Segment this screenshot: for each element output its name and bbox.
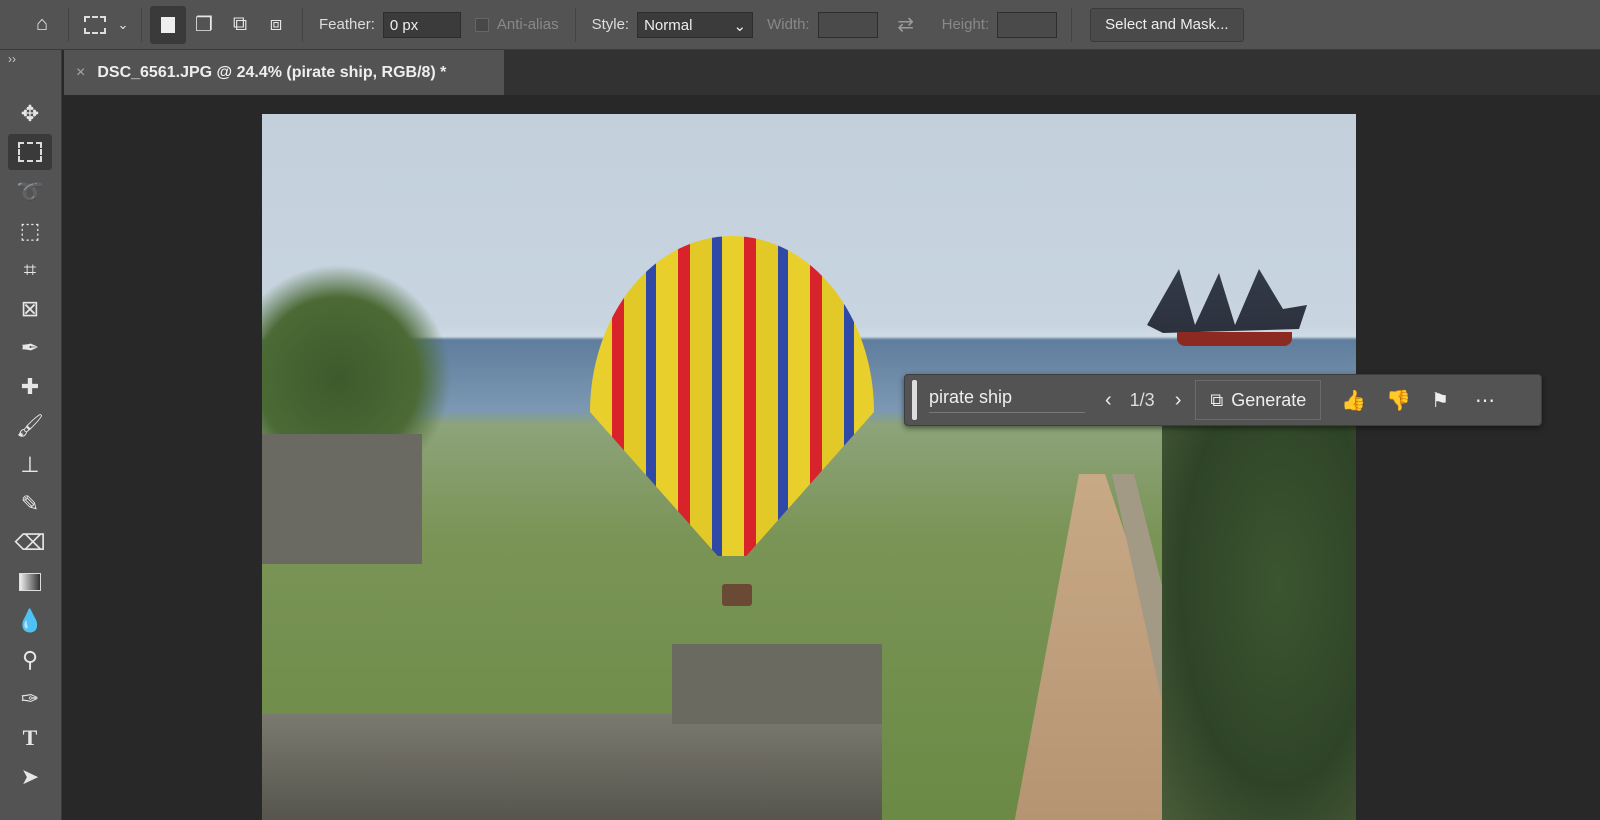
crop-tool-icon[interactable]: ⌗ [8, 252, 52, 288]
more-icon[interactable]: ⋯ [1475, 388, 1495, 413]
blur-tool-icon[interactable]: 💧 [8, 603, 52, 639]
chevron-left-icon[interactable]: ‹ [1105, 389, 1112, 412]
new-selection-icon[interactable] [150, 5, 186, 44]
chevron-down-icon: ⌄ [733, 17, 747, 35]
generate-label: Generate [1231, 389, 1307, 410]
brush-tool-icon[interactable]: 🖌 [8, 408, 52, 444]
document-tab[interactable]: × DSC_6561.JPG @ 24.4% (pirate ship, RGB… [64, 50, 504, 95]
collapse-icon[interactable]: ›› [8, 52, 16, 66]
style-label: Style: [591, 16, 630, 33]
width-input[interactable] [817, 11, 878, 38]
style-value: Normal [644, 16, 693, 34]
canvas-area[interactable] [62, 95, 1600, 820]
divider [574, 7, 576, 42]
options-bar: ⌂ ⌄ ❐ ⧉ ⧈ Feather: 0 px Anti-alias Style… [0, 0, 1600, 50]
close-icon[interactable]: × [76, 64, 85, 82]
swap-icon[interactable]: ⇄ [888, 6, 924, 44]
frame-tool-icon[interactable]: ⊠ [8, 291, 52, 327]
document-title: DSC_6561.JPG @ 24.4% (pirate ship, RGB/8… [97, 63, 447, 81]
select-and-mask-button[interactable]: Select and Mask... [1090, 7, 1244, 42]
divider [302, 7, 303, 42]
style-select[interactable]: Normal ⌄ [637, 11, 754, 38]
healing-tool-icon[interactable]: ✚ [8, 369, 52, 405]
document-image[interactable] [262, 114, 1356, 820]
eyedropper-tool-icon[interactable]: ✒ [8, 330, 52, 366]
gradient-tool-icon[interactable] [8, 564, 52, 600]
eraser-tool-icon[interactable]: ⌫ [8, 525, 52, 561]
prompt-input[interactable]: pirate ship [929, 387, 1085, 413]
home-icon[interactable]: ⌂ [24, 6, 60, 44]
thumbs-down-icon[interactable]: 👎 [1386, 388, 1411, 413]
move-tool-icon[interactable]: ✥ [8, 96, 52, 132]
divider [141, 7, 142, 42]
marquee-tool-icon[interactable] [8, 134, 52, 170]
pen-tool-icon[interactable]: ✑ [8, 681, 52, 717]
antialias-checkbox[interactable] [474, 17, 489, 32]
stamp-tool-icon[interactable]: ⊥ [8, 447, 52, 483]
subtract-selection-icon[interactable]: ⧉ [222, 6, 258, 44]
generate-icon: ⧉ [1210, 389, 1224, 410]
divider [1071, 7, 1073, 42]
drag-handle[interactable] [912, 380, 917, 420]
lasso-tool-icon[interactable]: ➰ [8, 174, 52, 210]
divider [68, 7, 69, 42]
feather-input[interactable]: 0 px [382, 11, 461, 38]
height-input[interactable] [997, 11, 1058, 38]
chevron-down-icon[interactable]: ⌄ [113, 6, 133, 44]
type-tool-icon[interactable]: T [8, 720, 52, 756]
contextual-task-bar: pirate ship ‹ 1/3 › ⧉ Generate 👍 👎 ⚑ ⋯ [904, 374, 1542, 426]
intersect-selection-icon[interactable]: ⧈ [258, 6, 294, 44]
thumbs-up-icon[interactable]: 👍 [1341, 388, 1366, 413]
feather-label: Feather: [319, 16, 375, 33]
variation-counter: 1/3 [1129, 389, 1155, 410]
chevron-right-icon[interactable]: › [1175, 389, 1182, 412]
flag-icon[interactable]: ⚑ [1431, 388, 1449, 413]
generate-button[interactable]: ⧉ Generate [1195, 380, 1322, 420]
width-label: Width: [767, 16, 810, 33]
object-selection-tool-icon[interactable]: ⬚ [8, 213, 52, 249]
document-tab-bar: × DSC_6561.JPG @ 24.4% (pirate ship, RGB… [64, 50, 1600, 95]
add-selection-icon[interactable]: ❐ [186, 6, 222, 44]
height-label: Height: [941, 16, 990, 33]
antialias-label: Anti-alias [496, 16, 559, 33]
dodge-tool-icon[interactable]: ⚲ [8, 642, 52, 678]
history-brush-tool-icon[interactable]: ✎ [8, 486, 52, 522]
path-selection-tool-icon[interactable]: ➤ [8, 759, 52, 795]
tools-panel: ›› ✥ ➰ ⬚ ⌗ ⊠ ✒ ✚ 🖌 ⊥ ✎ ⌫ 💧 ⚲ ✑ T ➤ [0, 50, 62, 820]
marquee-preset-icon[interactable] [77, 6, 113, 44]
